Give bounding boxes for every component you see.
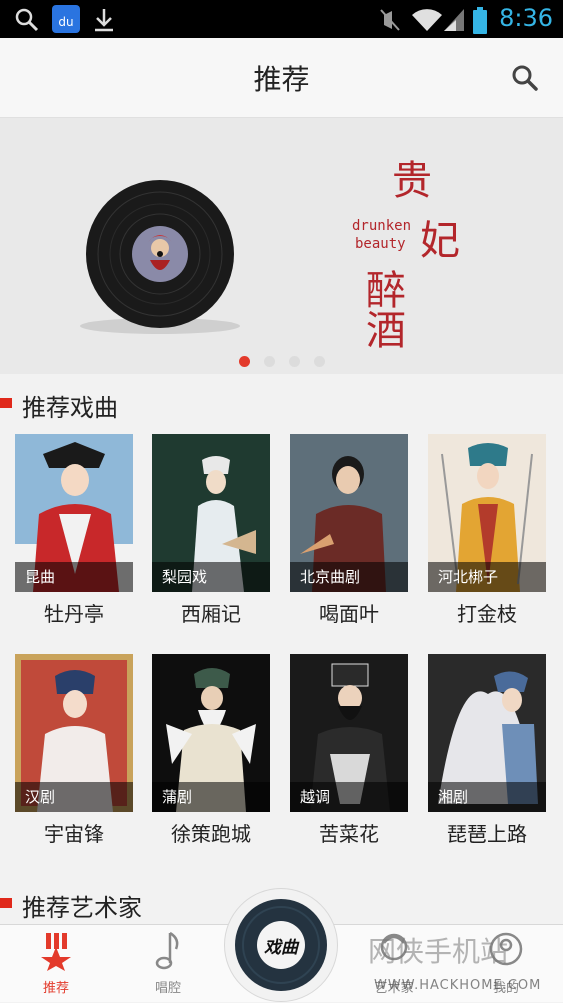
opera-title: 喝面叶 (319, 602, 379, 626)
opera-card[interactable]: 梨园戏 西厢记 (152, 434, 270, 626)
carousel-dot-3[interactable] (288, 356, 300, 367)
opera-thumbnail[interactable]: 北京曲剧 (290, 434, 408, 592)
opera-title: 打金枝 (457, 602, 517, 626)
opera-card[interactable]: 汉剧 宇宙锋 (15, 654, 133, 846)
clock: 8:36 (499, 4, 553, 32)
app-bar: 推荐 (0, 38, 563, 118)
page-title: 推荐 (253, 63, 310, 96)
opera-title: 宇宙锋 (44, 822, 104, 846)
mute-icon (380, 9, 400, 31)
genre-tag: 北京曲剧 (290, 562, 408, 592)
tab-singing[interactable]: 唱腔 (112, 925, 224, 1003)
opera-title: 徐策跑城 (171, 822, 251, 846)
opera-title: 牡丹亭 (44, 602, 104, 626)
tab-label: 推荐 (42, 981, 69, 996)
genre-tag: 汉剧 (15, 782, 133, 812)
opera-card[interactable]: 河北梆子 打金枝 (428, 434, 546, 626)
opera-thumbnail[interactable]: 湘剧 (428, 654, 546, 812)
star-badge-icon (41, 933, 71, 971)
banner-subtitle-line-1: drunken (352, 218, 412, 234)
opera-card[interactable]: 北京曲剧 喝面叶 (290, 434, 408, 626)
section-title: 推荐艺术家 (22, 894, 142, 922)
search-icon (15, 8, 39, 32)
banner-title-char-1: 贵 (392, 158, 432, 204)
download-icon (95, 9, 113, 32)
opera-thumbnail[interactable]: 汉剧 (15, 654, 133, 812)
search-icon[interactable] (511, 64, 539, 92)
wifi-icon (412, 9, 442, 31)
genre-tag: 蒲剧 (152, 782, 270, 812)
opera-title: 苦菜花 (319, 822, 379, 846)
opera-thumbnail[interactable]: 越调 (290, 654, 408, 812)
section-title: 推荐戏曲 (22, 394, 118, 422)
watermark-text: 网侠手机站 (368, 935, 509, 968)
watermark-url: WWW.HACKHOME.COM (374, 978, 542, 993)
banner-title-char-2: 妃 (420, 218, 460, 264)
genre-tag: 湘剧 (428, 782, 546, 812)
carousel-indicator (0, 352, 563, 371)
section-marker (0, 398, 12, 408)
center-play-button[interactable]: 戏曲 (224, 888, 338, 1002)
opera-card[interactable]: 昆曲 牡丹亭 (15, 434, 133, 626)
tab-recommend[interactable]: 推荐 (0, 925, 112, 1003)
tab-label: 唱腔 (154, 981, 181, 996)
carousel-dot-4[interactable] (313, 356, 325, 367)
baidu-label: du (58, 15, 74, 29)
genre-tag: 梨园戏 (152, 562, 270, 592)
music-note-icon (155, 931, 179, 970)
opera-thumbnail[interactable]: 昆曲 (15, 434, 133, 592)
opera-card[interactable]: 蒲剧 徐策跑城 (152, 654, 270, 846)
banner-subtitle-line-2: beauty (355, 236, 406, 252)
opera-thumbnail[interactable]: 河北梆子 (428, 434, 546, 592)
opera-thumbnail[interactable]: 梨园戏 (152, 434, 270, 592)
banner-title-char-4: 酒 (366, 308, 406, 354)
battery-icon (473, 7, 487, 34)
opera-card[interactable]: 越调 苦菜花 (290, 654, 408, 846)
opera-title: 西厢记 (181, 602, 241, 626)
genre-tag: 昆曲 (15, 562, 133, 592)
signal-icon (444, 9, 464, 31)
center-logo-text: 戏曲 (264, 938, 298, 958)
carousel-dot-1[interactable] (238, 356, 250, 367)
opera-title: 琵琶上路 (447, 822, 527, 846)
genre-tag: 越调 (290, 782, 408, 812)
opera-card[interactable]: 湘剧 琵琶上路 (428, 654, 546, 846)
section-header-opera: 推荐戏曲 (0, 384, 563, 424)
section-marker (0, 898, 12, 908)
genre-tag: 河北梆子 (428, 562, 546, 592)
baidu-app-icon: du (52, 5, 80, 33)
status-bar: du 8:36 (0, 0, 563, 38)
opera-thumbnail[interactable]: 蒲剧 (152, 654, 270, 812)
vinyl-record-image (80, 180, 240, 334)
banner-carousel[interactable]: 贵 妃 醉 酒 drunken beauty (0, 118, 563, 374)
carousel-dot-2[interactable] (263, 356, 275, 367)
